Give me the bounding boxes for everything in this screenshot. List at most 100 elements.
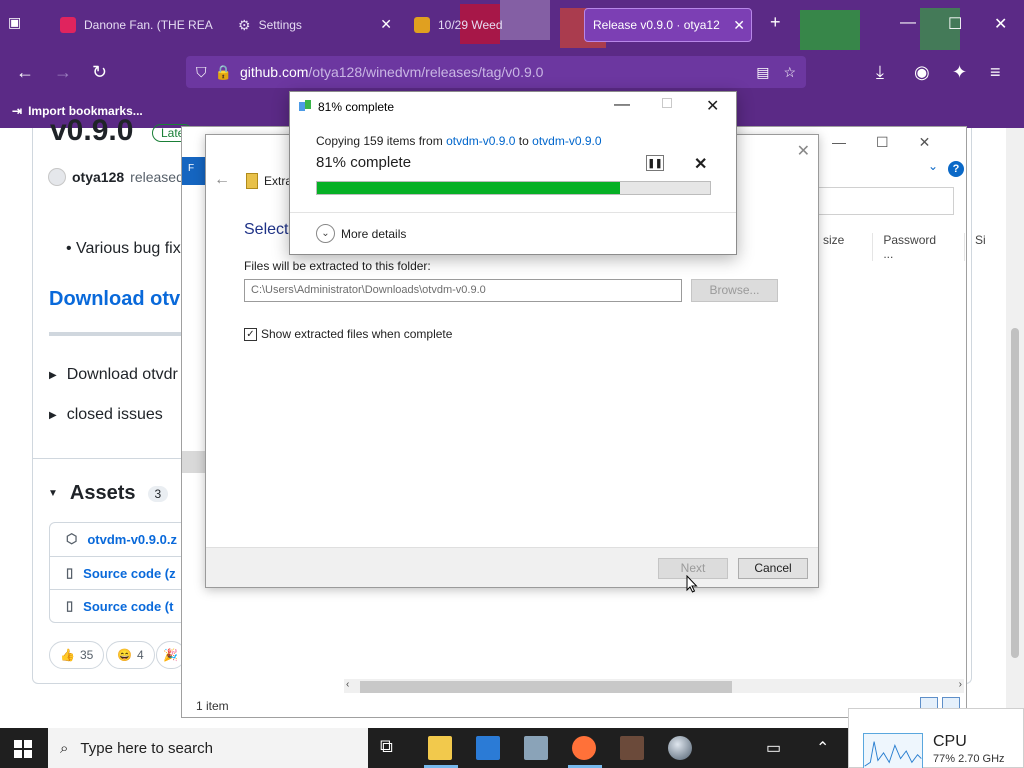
tab-list-icon[interactable]: ▣ [8,14,21,31]
close-icon[interactable]: ✕ [706,96,719,116]
destination-path-field[interactable]: C:\Users\Administrator\Downloads\otvdm-v… [244,279,682,302]
favicon-icon [414,17,430,33]
assets-toggle[interactable]: ▼ Assets 3 [48,482,169,505]
gear-icon: ⚙ [238,16,251,33]
cancel-copy-icon[interactable]: ✕ [694,154,707,174]
taskbar-search[interactable]: ⌕ Type here to search [48,728,368,768]
minimize-icon[interactable]: — [614,96,630,114]
triangle-down-icon: ▼ [48,488,58,499]
search-placeholder: Type here to search [80,739,213,757]
url-bar[interactable]: ⛉ 🔒 github.com /otya128/winedvm/releases… [186,56,806,88]
party-icon: 🎉 [163,648,178,662]
destination-folder-link[interactable]: otvdm-v0.9.0 [532,134,601,148]
triangle-right-icon: ▶ [49,409,57,421]
back-arrow-icon[interactable]: ← [214,171,230,189]
smile-icon: 😄 [117,648,132,662]
forward-arrow-icon[interactable]: → [54,62,72,83]
minimize-icon[interactable]: — [900,14,916,32]
copy-files-icon [299,100,313,112]
tab-weed[interactable]: 10/29 Weed [406,8,576,42]
shield-icon[interactable]: ⛉ [196,64,207,81]
lock-icon[interactable]: 🔒 [215,64,232,81]
progress-bar [316,181,711,195]
divider [49,332,189,336]
folder-label: Files will be extracted to this folder: [244,259,431,273]
reload-icon[interactable]: ↻ [92,62,107,83]
task-view-icon[interactable]: ⧉ [380,736,404,760]
column-password[interactable]: Password ... [872,233,936,261]
file-tab[interactable]: F [182,157,206,185]
news-widget-icon[interactable]: ▭ [766,738,781,758]
divider [33,458,183,459]
close-window-icon[interactable]: ✕ [994,14,1007,34]
store-icon[interactable] [476,736,500,760]
close-window-icon[interactable]: ✕ [919,134,931,151]
bookmark-star-icon[interactable]: ☆ [783,64,796,81]
browser-nav-bar: ← → ↻ ⛉ 🔒 github.com /otya128/winedvm/re… [0,50,1024,94]
download-heading-link[interactable]: Download otvd [49,288,192,311]
more-details-toggle[interactable]: ⌄ More details [316,224,406,243]
search-input[interactable] [818,187,954,215]
tab-release[interactable]: Release v0.9.0 · otya12 ✕ [584,8,752,42]
help-icon[interactable]: ? [948,161,964,177]
avatar[interactable] [48,168,66,186]
account-icon[interactable]: ◉ [914,62,930,83]
app-icon[interactable] [524,736,548,760]
page-scrollbar[interactable] [1006,128,1024,728]
windows-start-icon[interactable] [14,740,32,758]
triangle-right-icon: ▶ [49,369,57,381]
tab-danone[interactable]: Danone Fan. (THE REA [52,8,230,42]
wizard-title: Extra [246,173,292,189]
asset-source-zip-link[interactable]: ▯ Source code (z [66,565,176,581]
checkbox-label: Show extracted files when complete [261,327,453,341]
reaction-smile[interactable]: 😄 4 [106,641,155,669]
reader-view-icon[interactable]: ▤ [756,64,769,81]
browse-button[interactable]: Browse... [691,279,778,302]
minimize-icon[interactable]: — [832,134,846,150]
package-icon: ⬡ [66,531,78,546]
details-download[interactable]: ▶ Download otvdr [49,366,178,384]
assets-count: 3 [147,485,169,502]
close-tab-icon[interactable]: ✕ [380,16,392,33]
chevron-down-icon[interactable]: ⌄ [928,159,938,173]
release-title: v0.9.0 [50,114,134,147]
reaction-thumbs-up[interactable]: 👍 35 [49,641,105,669]
asset-source-tar-link[interactable]: ▯ Source code (t [66,598,173,614]
tab-settings[interactable]: ⚙ Settings ✕ [230,8,398,42]
asset-zip-link[interactable]: ⬡ otvdm-v0.9.0.z [66,531,177,547]
extensions-icon[interactable]: ✦ [952,62,967,83]
sphere-app-icon[interactable] [668,736,692,760]
more-details-label: More details [341,226,407,241]
author-link[interactable]: otya128 [72,169,124,185]
release-note-bullet: • Various bug fix [66,240,181,257]
close-tab-icon[interactable]: ✕ [733,17,745,34]
zip-folder-icon [246,173,258,189]
dialog-titlebar: 81% complete — ✕ [290,92,736,120]
tab-label: Settings [258,18,302,32]
checkbox-checked-icon[interactable]: ✓ [244,327,257,341]
cpu-usage: 77% 2.70 GHz [933,753,1005,765]
show-files-checkbox[interactable]: ✓ Show extracted files when complete [244,327,452,341]
chevron-up-icon[interactable]: ⌃ [816,738,829,758]
menu-icon[interactable]: ≡ [990,62,1001,83]
source-folder-link[interactable]: otvdm-v0.9.0 [446,134,515,148]
column-si[interactable]: Si [964,233,986,261]
details-closed-issues[interactable]: ▶ closed issues [49,406,163,424]
file-zip-icon: ▯ [66,565,74,580]
new-tab-icon[interactable]: + [770,12,781,33]
maximize-icon[interactable]: ☐ [948,14,962,34]
file-explorer-icon[interactable] [428,736,452,760]
cancel-button[interactable]: Cancel [738,558,808,579]
back-arrow-icon[interactable]: ← [16,62,34,83]
copy-progress-dialog: 81% complete — ✕ Copying 159 items from … [289,91,737,255]
horizontal-scrollbar[interactable]: ‹ › [344,679,964,693]
download-icon[interactable]: ⤓ [876,62,884,83]
game-icon[interactable] [620,736,644,760]
file-zip-icon: ▯ [66,598,74,613]
pause-button[interactable]: ❚❚ [646,155,664,171]
close-icon[interactable]: ✕ [797,141,810,161]
tab-label: Release v0.9.0 · otya12 [593,18,720,32]
maximize-icon[interactable]: ☐ [876,134,889,151]
divider [50,589,190,590]
firefox-icon[interactable] [572,736,596,760]
